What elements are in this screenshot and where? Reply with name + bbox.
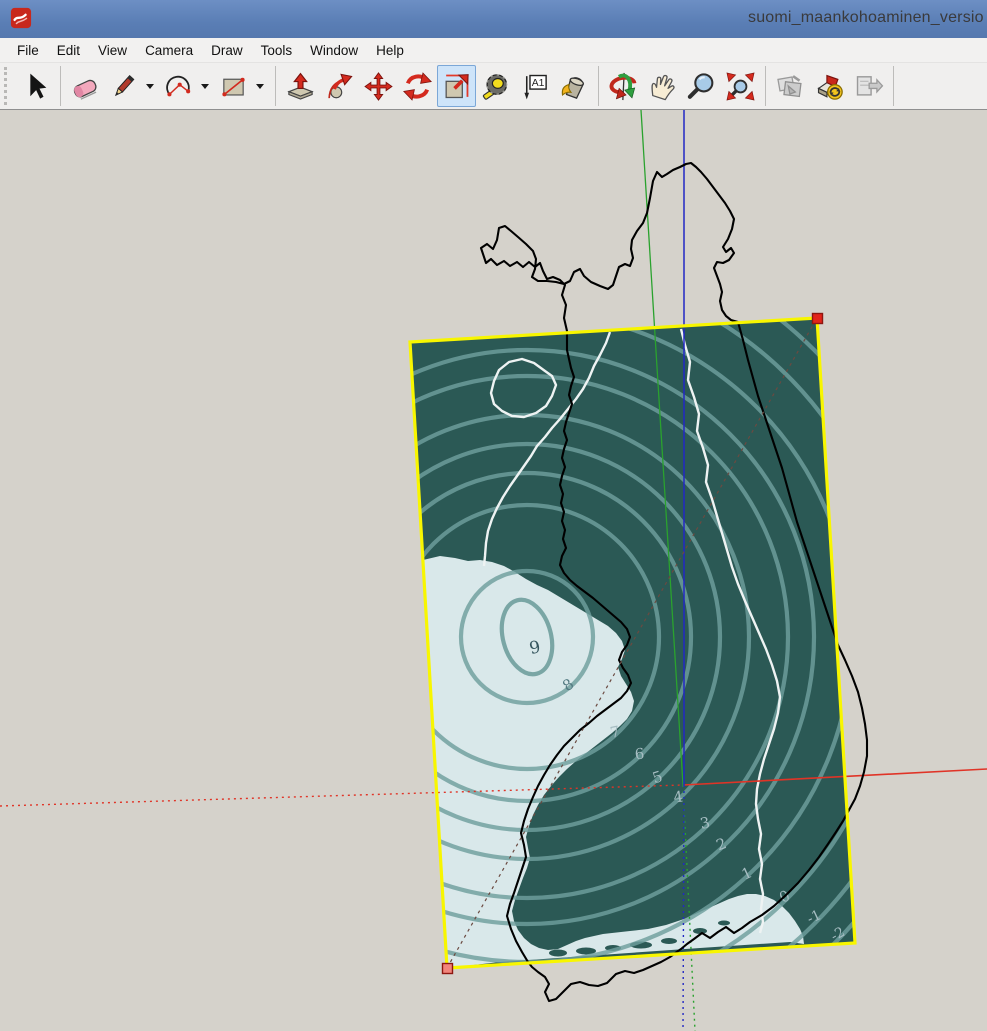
toolbar-separator (60, 66, 61, 106)
menu-item-draw[interactable]: Draw (202, 40, 252, 61)
scale-button[interactable] (437, 65, 476, 107)
share-model-icon (853, 71, 884, 102)
paint-bucket-icon (558, 71, 589, 102)
chevron-down-icon (144, 80, 156, 92)
selected-image-finland-uplift-map[interactable]: 9876543210-1-2 (93, 203, 961, 1031)
share-model-button[interactable] (849, 65, 888, 107)
arc-tool-button[interactable] (160, 65, 197, 107)
eraser-icon (70, 71, 101, 102)
follow-me-button[interactable] (320, 65, 359, 107)
rotate-button[interactable] (398, 65, 437, 107)
window-title: suomi_maankohoaminen_versio (748, 9, 987, 27)
title-bar[interactable]: suomi_maankohoaminen_versio (0, 0, 987, 38)
push-pull-button[interactable] (281, 65, 320, 107)
orbit-button[interactable] (604, 65, 643, 107)
pan-button[interactable] (643, 65, 682, 107)
photo-textures-icon (775, 71, 806, 102)
chevron-down-icon (199, 80, 211, 92)
menu-item-window[interactable]: Window (301, 40, 367, 61)
move-icon (363, 71, 394, 102)
tape-measure-button[interactable] (476, 65, 515, 107)
scale-icon (441, 71, 472, 102)
follow-me-icon (324, 71, 355, 102)
dimension-icon: A1 (519, 71, 550, 102)
toolbar-separator (598, 66, 599, 106)
zoom-icon (686, 71, 717, 102)
photo-textures-button[interactable] (771, 65, 810, 107)
menu-item-camera[interactable]: Camera (136, 40, 202, 61)
pencil-icon (109, 72, 138, 101)
arc-tool-dropdown[interactable] (197, 65, 213, 107)
line-tool-button[interactable] (105, 65, 142, 107)
dimension-button[interactable]: A1 (515, 65, 554, 107)
menu-item-view[interactable]: View (89, 40, 136, 61)
menu-item-help[interactable]: Help (367, 40, 413, 61)
sketchup-logo-icon (10, 7, 32, 29)
contour-label-6: 6 (634, 745, 645, 764)
drawing-viewport[interactable]: 9876543210-1-2 (0, 110, 987, 1031)
toolbar-separator (765, 66, 766, 106)
menu-item-file[interactable]: File (8, 40, 48, 61)
select-arrow-icon (20, 71, 51, 102)
orbit-icon (608, 71, 639, 102)
model-scene: 9876543210-1-2 (0, 110, 987, 1031)
rectangle-tool-dropdown[interactable] (252, 65, 268, 107)
get-models-icon (814, 71, 845, 102)
arc-icon (164, 72, 193, 101)
select-button[interactable] (16, 65, 55, 107)
rectangle-tool-button[interactable] (215, 65, 252, 107)
line-tool-dropdown[interactable] (142, 65, 158, 107)
pan-hand-icon (647, 71, 678, 102)
toolbar-separator (893, 66, 894, 106)
zoom-extents-icon (725, 71, 756, 102)
sketchup-window: suomi_maankohoaminen_versio FileEditView… (0, 0, 987, 1031)
chevron-down-icon (254, 80, 266, 92)
get-models-button[interactable] (810, 65, 849, 107)
rotate-icon (402, 71, 433, 102)
rectangle-icon (219, 72, 248, 101)
zoom-extents-button[interactable] (721, 65, 760, 107)
scale-grip-bottom-left[interactable] (443, 964, 453, 974)
menu-bar: FileEditViewCameraDrawToolsWindowHelp (0, 38, 987, 63)
dimension-icon-label: A1 (532, 77, 545, 88)
scale-grip-top-right[interactable] (813, 314, 823, 324)
zoom-button[interactable] (682, 65, 721, 107)
menu-item-edit[interactable]: Edit (48, 40, 89, 61)
toolbar-separator (275, 66, 276, 106)
eraser-button[interactable] (66, 65, 105, 107)
move-button[interactable] (359, 65, 398, 107)
toolbar: A1 (0, 63, 987, 110)
push-pull-icon (285, 71, 316, 102)
tape-measure-icon (480, 71, 511, 102)
toolbar-grip[interactable] (4, 67, 13, 105)
paint-bucket-button[interactable] (554, 65, 593, 107)
menu-item-tools[interactable]: Tools (252, 40, 302, 61)
